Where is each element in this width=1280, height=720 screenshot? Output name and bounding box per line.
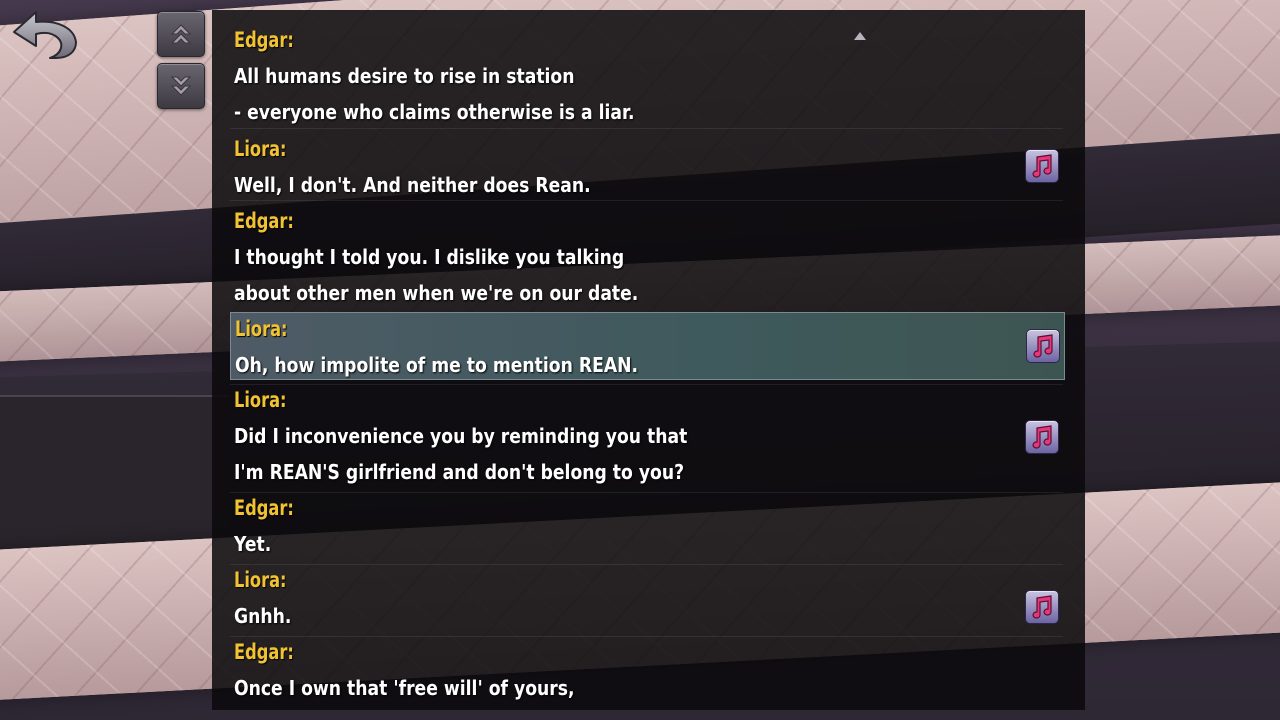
speaker-name: Liora: xyxy=(234,388,287,412)
speaker-name: Liora: xyxy=(235,317,288,341)
backlog-entry[interactable]: Liora: Well, I don't. And neither does R… xyxy=(230,128,1063,200)
speaker-name: Liora: xyxy=(234,137,287,161)
music-note-icon xyxy=(1033,334,1053,358)
dialogue-line: about other men when we're on our date. xyxy=(234,281,639,305)
dialogue-line: Oh, how impolite of me to mention REAN. xyxy=(235,353,639,377)
voice-replay-button[interactable] xyxy=(1026,329,1060,363)
music-note-icon xyxy=(1032,154,1052,178)
backlog-entry[interactable]: Edgar: I thought I told you. I dislike y… xyxy=(230,200,1063,308)
backlog-entry[interactable]: Edgar: All humans desire to rise in stat… xyxy=(230,28,1063,127)
backlog-entry[interactable]: Liora: Gnhh. xyxy=(230,564,1063,635)
speaker-name: Liora: xyxy=(234,568,287,592)
speaker-name: Edgar: xyxy=(234,640,294,664)
scroll-up-button[interactable] xyxy=(157,11,205,57)
speaker-name: Edgar: xyxy=(234,496,294,520)
dialogue-line: All humans desire to rise in station xyxy=(234,64,575,88)
dialogue-line: I'm REAN'S girlfriend and don't belong t… xyxy=(234,460,685,484)
dialogue-line: Well, I don't. And neither does Rean. xyxy=(234,173,591,197)
backlog-entry[interactable]: Liora: Did I inconvenience you by remind… xyxy=(230,384,1063,493)
speaker-name: Edgar: xyxy=(234,209,294,233)
dialogue-line: - everyone who claims otherwise is a lia… xyxy=(234,100,635,124)
more-below-indicator xyxy=(853,709,867,710)
back-arrow-icon xyxy=(13,11,77,59)
voice-replay-button[interactable] xyxy=(1025,590,1059,624)
speaker-name: Edgar: xyxy=(234,28,294,52)
double-chevron-up-icon xyxy=(170,24,192,44)
dialogue-line: Did I inconvenience you by reminding you… xyxy=(234,424,688,448)
dialogue-line: Gnhh. xyxy=(234,604,292,628)
scroll-down-button[interactable] xyxy=(157,63,205,109)
dialogue-line: Once I own that 'free will' of yours, xyxy=(234,676,575,700)
voice-replay-button[interactable] xyxy=(1025,420,1059,454)
backlog-entry[interactable]: Edgar: Yet. xyxy=(230,492,1063,563)
music-note-icon xyxy=(1032,425,1052,449)
backlog-panel[interactable]: Edgar: All humans desire to rise in stat… xyxy=(212,10,1085,710)
back-button[interactable] xyxy=(10,8,78,62)
backlog-entry-selected[interactable]: Liora: Oh, how impolite of me to mention… xyxy=(230,312,1065,380)
dialogue-line: I thought I told you. I dislike you talk… xyxy=(234,245,625,269)
double-chevron-down-icon xyxy=(170,76,192,96)
dialogue-line: Yet. xyxy=(234,532,272,556)
backlog-entry[interactable]: Edgar: Once I own that 'free will' of yo… xyxy=(230,636,1063,710)
voice-replay-button[interactable] xyxy=(1025,149,1059,183)
music-note-icon xyxy=(1032,595,1052,619)
